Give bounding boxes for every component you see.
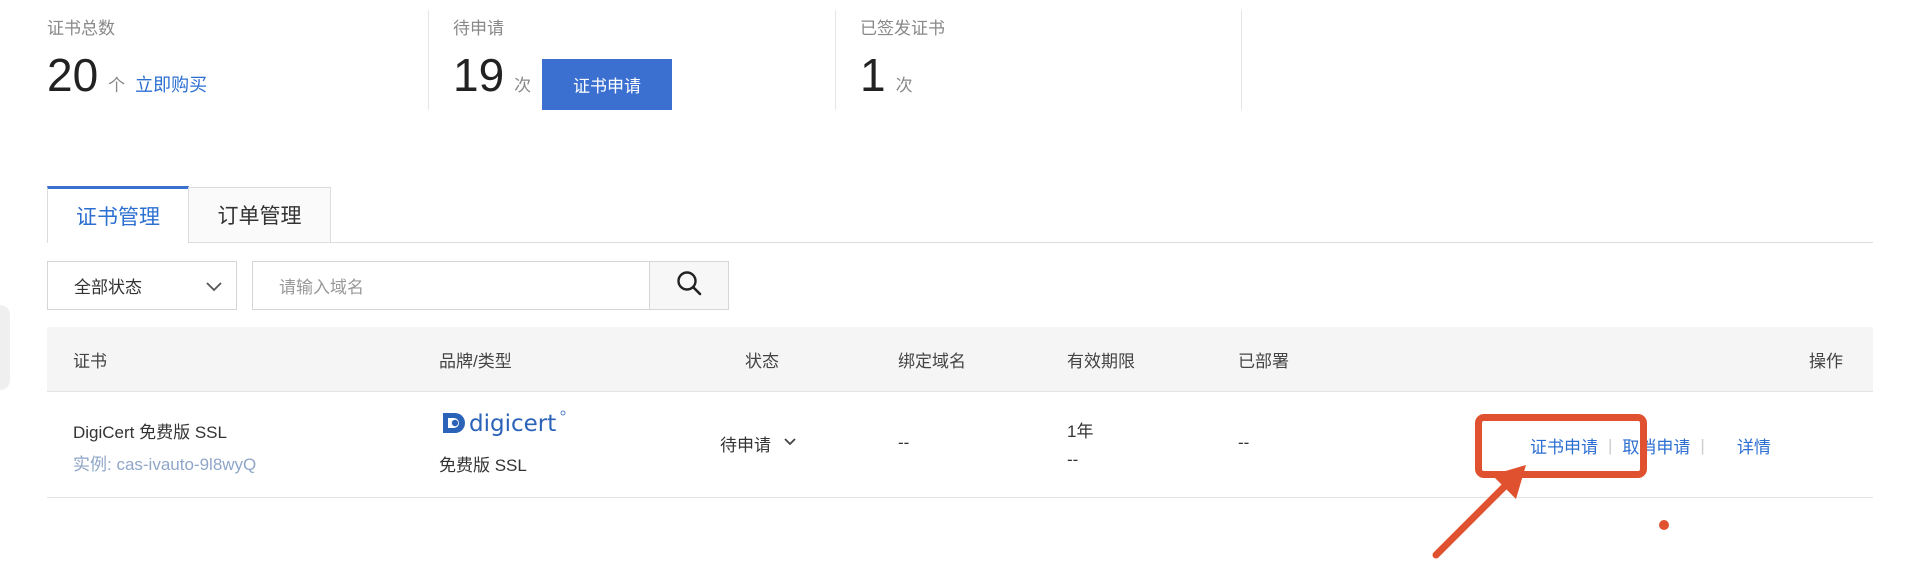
stat-total-label: 证书总数 — [47, 19, 115, 38]
search-placeholder: 请输入域名 — [279, 278, 364, 297]
column-header-brand-type: 品牌/类型 — [439, 352, 512, 371]
validity-sub-value: -- — [1067, 450, 1079, 469]
stat-divider — [1241, 10, 1242, 110]
stat-pending-value-row: 19 次 — [453, 52, 531, 98]
stat-total-value: 20 — [47, 49, 99, 101]
status-select[interactable]: 全部状态 — [47, 261, 237, 310]
tabs-baseline — [47, 242, 1873, 243]
search-button[interactable] — [649, 261, 729, 310]
chevron-down-icon — [781, 432, 799, 455]
stat-divider — [428, 10, 429, 110]
certificate-type: 免费版 SSL — [439, 456, 527, 475]
stat-issued-value-row: 1 次 — [860, 52, 913, 98]
column-header-actions: 操作 — [1809, 352, 1843, 371]
digicert-logo: digicert — [439, 407, 569, 444]
status-select-value: 全部状态 — [74, 278, 142, 297]
column-header-deployed: 已部署 — [1238, 352, 1289, 371]
column-header-status: 状态 — [745, 352, 779, 371]
stat-issued-label: 已签发证书 — [860, 19, 945, 38]
stat-pending-unit: 次 — [514, 76, 532, 95]
status-value: 待申请 — [720, 436, 771, 455]
side-collapse-handle[interactable] — [0, 305, 10, 390]
column-header-certificate: 证书 — [73, 352, 107, 371]
svg-text:digicert: digicert — [469, 411, 556, 437]
stat-pending-label: 待申请 — [453, 19, 504, 38]
action-separator: | — [1700, 435, 1705, 455]
column-header-validity: 有效期限 — [1067, 352, 1135, 371]
status-dropdown[interactable]: 待申请 — [720, 431, 799, 456]
stat-issued-value: 1 — [860, 49, 886, 101]
arrow-annotation-icon — [1430, 455, 1540, 570]
buy-now-link[interactable]: 立即购买 — [135, 71, 207, 97]
stat-total-value-row: 20 个 立即购买 — [47, 52, 207, 98]
bound-domain-value: -- — [898, 433, 910, 452]
certificate-name: DigiCert 免费版 SSL — [73, 423, 227, 442]
domain-search-input[interactable]: 请输入域名 — [252, 261, 650, 310]
details-link[interactable]: 详情 — [1737, 433, 1771, 458]
validity-value: 1年 — [1067, 422, 1094, 441]
search-icon — [675, 269, 703, 302]
annotation-dot — [1659, 520, 1669, 530]
column-header-domain: 绑定域名 — [898, 352, 966, 371]
stat-issued-unit: 次 — [895, 76, 913, 95]
stat-total-unit: 个 — [108, 76, 126, 95]
tab-order-management[interactable]: 订单管理 — [188, 187, 331, 242]
tab-certificate-management[interactable]: 证书管理 — [47, 186, 189, 243]
apply-certificate-button[interactable]: 证书申请 — [542, 59, 672, 110]
stat-divider — [835, 10, 836, 110]
stat-pending-value: 19 — [453, 49, 505, 101]
chevron-down-icon — [204, 276, 224, 301]
certificate-instance-link[interactable]: 实例: cas-ivauto-9l8wyQ — [73, 450, 256, 475]
deployed-value: -- — [1238, 433, 1250, 452]
